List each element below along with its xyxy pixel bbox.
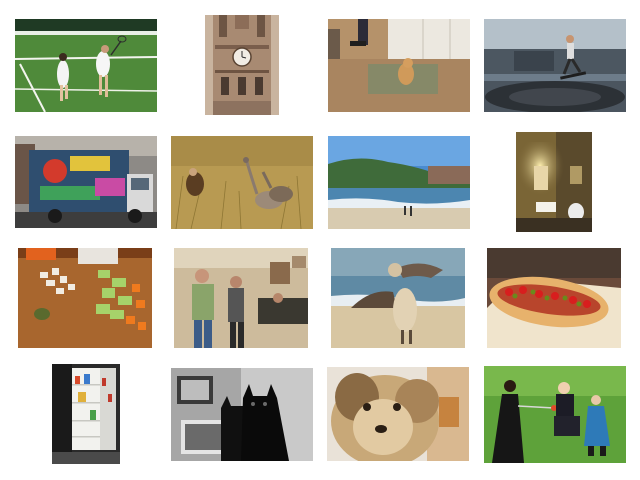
pelican-beach-photo	[331, 248, 465, 348]
open-refrigerator-photo	[52, 364, 120, 464]
tennis-doubles-photo	[15, 19, 157, 112]
costume-sword-play-photo	[484, 366, 626, 463]
wii-players-photo	[174, 248, 308, 348]
kitchen-cat-photo	[328, 19, 470, 112]
skateboard-trick-photo	[484, 19, 626, 112]
black-cats-photo	[171, 368, 313, 461]
chopped-vegetables-photo	[18, 248, 152, 348]
hot-dog-photo	[487, 248, 621, 348]
shaggy-dog-photo	[327, 367, 469, 461]
image-grid	[0, 0, 640, 480]
clock-tower-photo	[205, 15, 279, 115]
lit-bathroom-photo	[516, 132, 592, 232]
vultures-in-grass-photo	[171, 136, 313, 229]
beach-coast-photo	[328, 136, 470, 229]
graffiti-truck-photo	[15, 136, 157, 228]
